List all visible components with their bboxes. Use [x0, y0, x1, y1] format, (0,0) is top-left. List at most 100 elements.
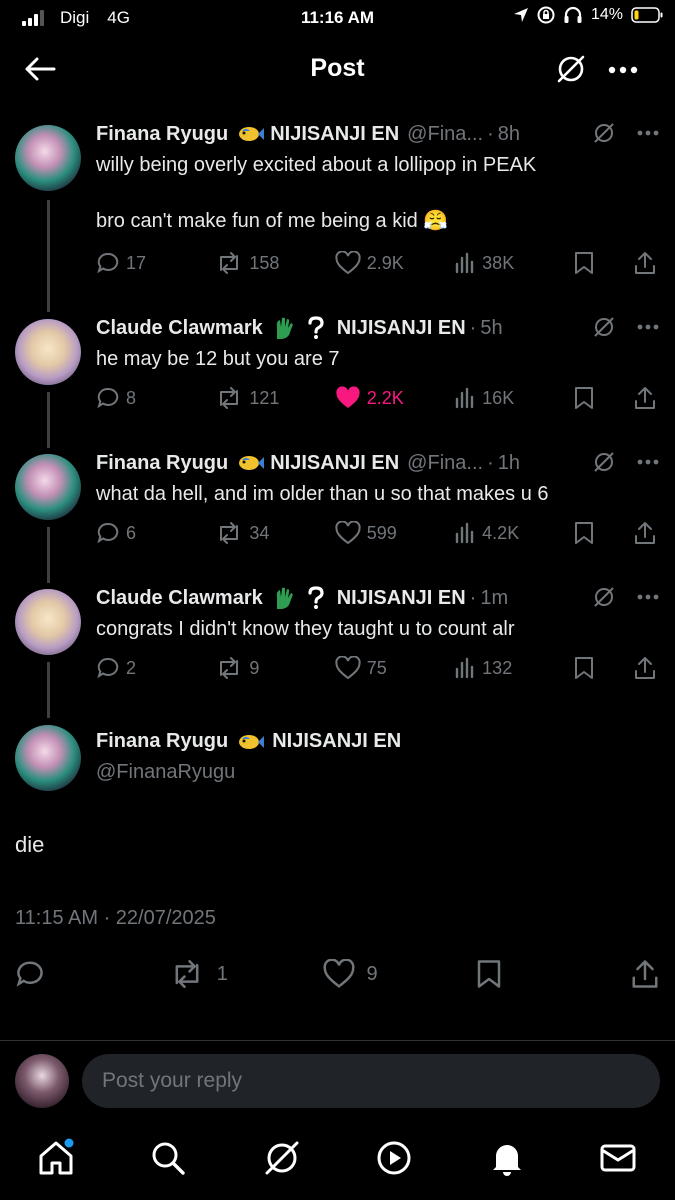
org-label: NIJISANJI EN: [336, 586, 466, 609]
tab-search[interactable]: [148, 1138, 188, 1178]
screen-lock-icon: [537, 6, 555, 24]
repost-icon: [220, 252, 239, 274]
question-icon: [308, 316, 324, 339]
like-button[interactable]: 599: [335, 521, 415, 545]
mail-icon: [600, 1144, 636, 1172]
avatar[interactable]: [15, 454, 81, 520]
like-button[interactable]: 2.2K: [335, 386, 415, 410]
grok-icon[interactable]: [593, 316, 615, 338]
author-handle[interactable]: @Fina...: [407, 123, 483, 146]
reply-count: 8: [126, 387, 137, 408]
thread-post[interactable]: Finana Ryugu NIJISANJI EN @Fina... · 8h …: [0, 120, 675, 290]
more-options-icon[interactable]: [608, 66, 638, 74]
bookmark-button[interactable]: [574, 656, 594, 680]
tab-video[interactable]: [374, 1138, 414, 1178]
post-time: 1m: [480, 586, 509, 609]
tab-messages[interactable]: [598, 1138, 638, 1178]
repost-button[interactable]: 121: [215, 387, 295, 409]
reply-icon: [97, 387, 119, 409]
tab-notifications[interactable]: [487, 1138, 527, 1178]
post-header: Finana Ryugu NIJISANJI EN @Fina... · 8h: [96, 122, 520, 146]
reply-button[interactable]: 6: [96, 521, 176, 545]
more-options-icon[interactable]: [637, 459, 659, 465]
reply-button[interactable]: 17: [96, 251, 176, 275]
share-button[interactable]: [630, 959, 660, 989]
avatar[interactable]: [15, 589, 81, 655]
thread-post[interactable]: Claude Clawmark NIJISANJI EN · 5h he may…: [0, 314, 675, 424]
grok-icon[interactable]: [556, 54, 586, 84]
post-actions: 2 9 75 132: [96, 653, 657, 683]
repost-button[interactable]: 9: [215, 657, 295, 679]
thread-post[interactable]: Claude Clawmark NIJISANJI EN · 1m congra…: [0, 584, 675, 694]
like-button[interactable]: 9: [322, 959, 423, 989]
reply-button[interactable]: [15, 959, 115, 989]
bookmark-icon: [574, 657, 593, 679]
grok-icon[interactable]: [593, 451, 615, 473]
main-post-handle[interactable]: @FinanaRyugu: [96, 761, 235, 784]
post-header: Claude Clawmark NIJISANJI EN · 1m: [96, 584, 659, 612]
like-count: 2.9K: [366, 252, 404, 273]
post-text: willy being overly excited about a lolli…: [96, 154, 537, 232]
like-button[interactable]: 2.9K: [335, 251, 415, 275]
views-icon: [455, 522, 474, 544]
tab-home[interactable]: [36, 1138, 76, 1178]
like-count: 599: [366, 522, 397, 543]
repost-button[interactable]: 158: [215, 252, 295, 274]
bookmark-button[interactable]: [574, 386, 594, 410]
views-button[interactable]: 4.2K: [454, 522, 534, 544]
org-label: NIJISANJI EN: [272, 730, 402, 752]
post-header: Finana Ryugu NIJISANJI EN @Fina... · 1h: [96, 451, 520, 475]
share-icon: [634, 522, 655, 544]
grok-icon[interactable]: [593, 586, 615, 608]
grok-icon[interactable]: [593, 122, 615, 144]
bookmark-button[interactable]: [574, 251, 594, 275]
thread-post[interactable]: Finana Ryugu NIJISANJI EN @Fina... · 1h …: [0, 449, 675, 559]
reply-count: 17: [126, 252, 147, 273]
reply-button[interactable]: 8: [96, 386, 176, 410]
search-icon: [152, 1142, 185, 1175]
repost-button[interactable]: 34: [215, 522, 295, 544]
author-handle[interactable]: @Fina...: [407, 452, 483, 475]
views-button[interactable]: 38K: [454, 252, 534, 274]
main-post-timestamp: 11:15 AM · 22/07/2025: [15, 907, 216, 929]
heart-outline-icon: [335, 656, 361, 680]
reply-placeholder: Post your reply: [102, 1069, 243, 1092]
views-button[interactable]: 16K: [454, 387, 534, 409]
reply-input[interactable]: Post your reply: [82, 1054, 660, 1108]
share-button[interactable]: [633, 386, 657, 410]
share-icon: [634, 387, 655, 409]
more-options-icon[interactable]: [637, 324, 659, 330]
author-name[interactable]: Claude Clawmark: [96, 587, 263, 610]
heart-outline-icon: [322, 959, 355, 988]
bookmark-button[interactable]: [574, 521, 594, 545]
battery-percent: 14%: [590, 6, 623, 23]
views-icon: [455, 252, 474, 274]
bookmark-icon: [478, 960, 501, 988]
reply-icon: [16, 961, 43, 987]
main-post-avatar[interactable]: [15, 725, 81, 791]
user-avatar[interactable]: [15, 1054, 69, 1108]
avatar[interactable]: [15, 319, 81, 385]
post-text: congrats I didn't know they taught u to …: [96, 618, 515, 640]
bookmark-button[interactable]: [476, 959, 576, 989]
repost-button[interactable]: 1: [169, 960, 269, 988]
like-button[interactable]: 75: [335, 656, 415, 680]
post-actions: 17 158 2.9K 38K: [96, 248, 657, 278]
author-name[interactable]: Claude Clawmark: [96, 317, 263, 340]
share-button[interactable]: [633, 521, 657, 545]
author-name[interactable]: Finana Ryugu: [96, 123, 228, 146]
more-options-icon[interactable]: [637, 130, 659, 136]
post-text: what da hell, and im older than u so tha…: [96, 483, 549, 505]
author-name[interactable]: Finana Ryugu: [96, 730, 228, 753]
bell-icon: [493, 1145, 521, 1176]
bottom-tab-bar: [0, 1128, 675, 1192]
share-button[interactable]: [633, 656, 657, 680]
view-count: 132: [482, 657, 513, 678]
tab-grok[interactable]: [262, 1138, 302, 1178]
views-button[interactable]: 132: [454, 657, 534, 679]
reply-button[interactable]: 2: [96, 656, 176, 680]
author-name[interactable]: Finana Ryugu: [96, 452, 228, 475]
avatar[interactable]: [15, 125, 81, 191]
share-button[interactable]: [633, 251, 657, 275]
more-options-icon[interactable]: [637, 594, 659, 600]
